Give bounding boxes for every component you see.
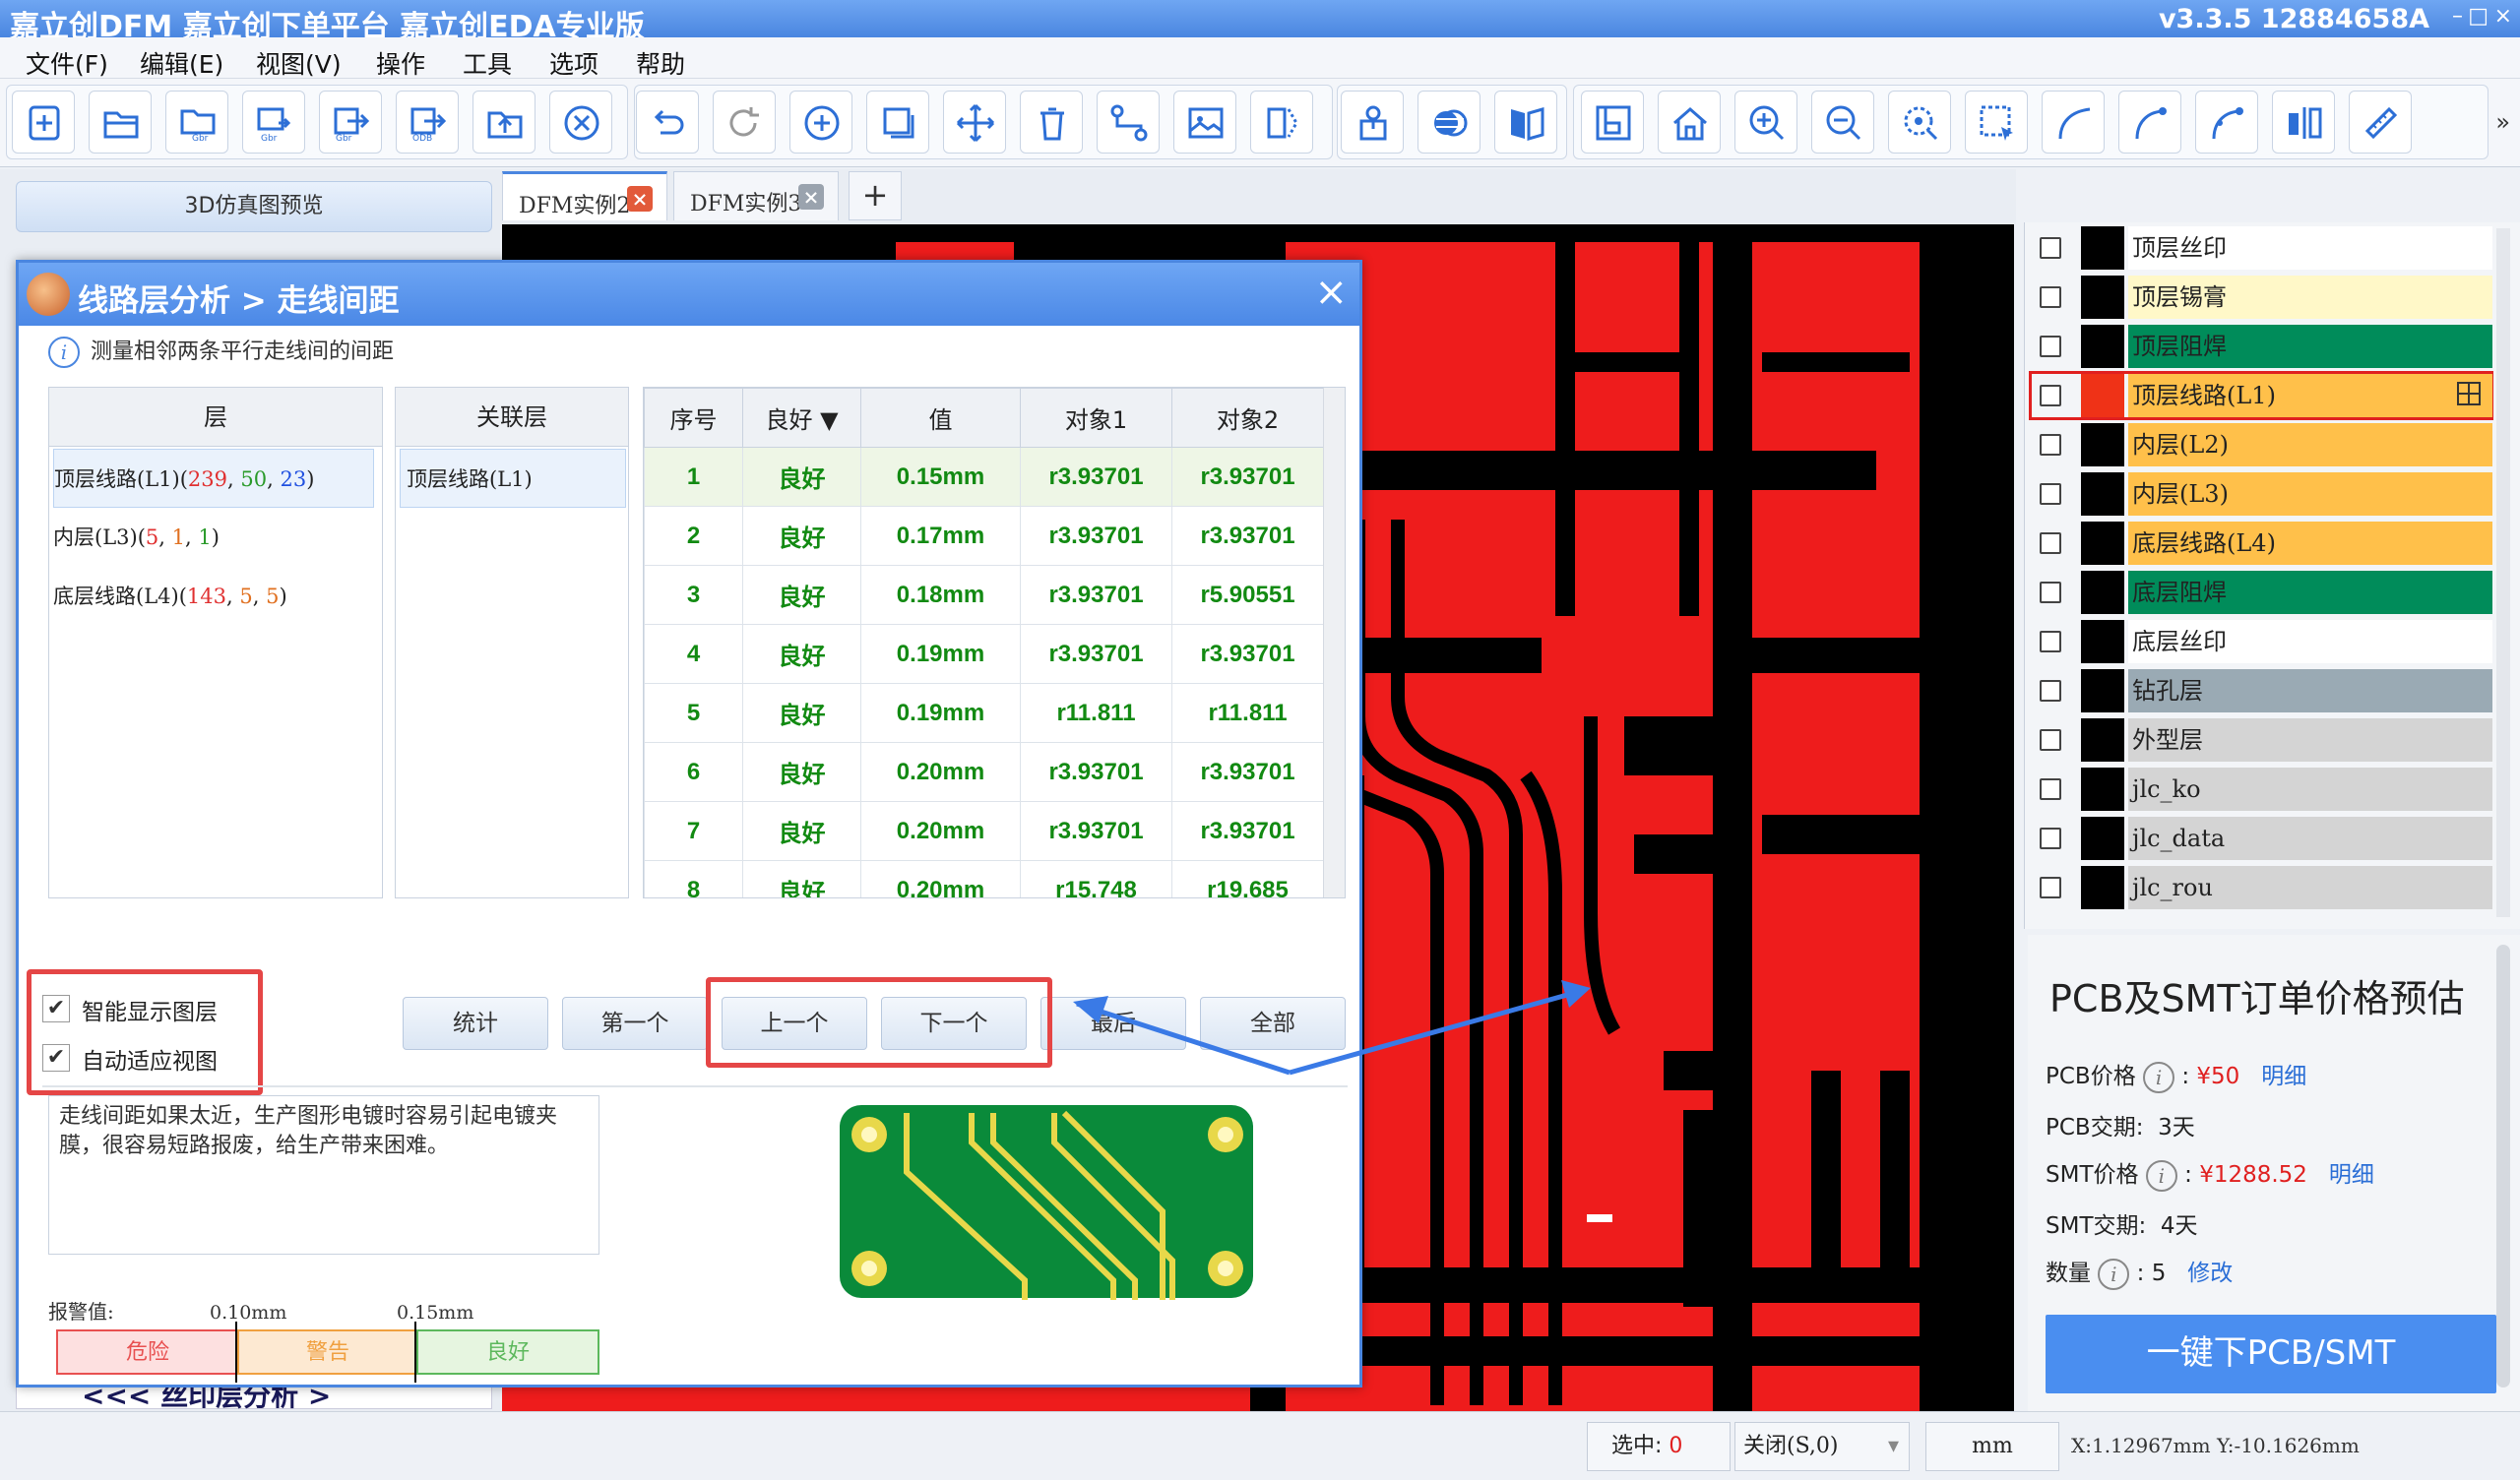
layer-row[interactable]: 底层阻焊	[2030, 569, 2492, 616]
layer-name: 顶层丝印	[2128, 226, 2492, 270]
layer-color-swatch[interactable]	[2081, 768, 2124, 811]
layer-row[interactable]: 底层丝印	[2030, 618, 2492, 665]
layer-row[interactable]: jlc_data	[2030, 815, 2492, 862]
layer-name: jlc_rou	[2128, 866, 2492, 909]
layer-row[interactable]: 顶层阻焊	[2030, 323, 2492, 370]
layer-name: 底层阻焊	[2128, 571, 2492, 614]
layer-visibility-checkbox[interactable]	[2040, 385, 2061, 406]
layer-visibility-checkbox[interactable]	[2040, 286, 2061, 308]
layer-visibility-checkbox[interactable]	[2040, 778, 2061, 800]
layer-visibility-checkbox[interactable]	[2040, 828, 2061, 849]
layer-row[interactable]: 顶层锡膏	[2030, 274, 2492, 321]
layer-color-swatch[interactable]	[2081, 620, 2124, 663]
layer-visibility-checkbox[interactable]	[2040, 237, 2061, 259]
layer-name: 钻孔层	[2128, 669, 2492, 712]
layer-visibility-checkbox[interactable]	[2040, 582, 2061, 603]
layer-row[interactable]: jlc_ko	[2030, 766, 2492, 813]
layer-visibility-checkbox[interactable]	[2040, 532, 2061, 554]
layer-color-swatch[interactable]	[2081, 472, 2124, 516]
layer-visibility-checkbox[interactable]	[2040, 631, 2061, 652]
layer-color-swatch[interactable]	[2081, 374, 2124, 417]
layer-row[interactable]: 内层(L3)	[2030, 470, 2492, 518]
layer-color-swatch[interactable]	[2081, 669, 2124, 712]
layer-visibility-checkbox[interactable]	[2040, 336, 2061, 357]
layer-color-swatch[interactable]	[2081, 718, 2124, 762]
layer-color-swatch[interactable]	[2081, 325, 2124, 368]
layer-color-swatch[interactable]	[2081, 423, 2124, 466]
layer-visibility-checkbox[interactable]	[2040, 483, 2061, 505]
layer-color-swatch[interactable]	[2081, 571, 2124, 614]
layer-visibility-checkbox[interactable]	[2040, 680, 2061, 702]
layer-visibility-checkbox[interactable]	[2040, 434, 2061, 456]
layer-name: 顶层线路(L1)	[2128, 374, 2492, 417]
grid-icon[interactable]	[2457, 382, 2481, 405]
layer-row[interactable]: 顶层丝印	[2030, 224, 2492, 272]
layer-visibility-checkbox[interactable]	[2040, 729, 2061, 751]
layer-color-swatch[interactable]	[2081, 866, 2124, 909]
layer-name: 底层丝印	[2128, 620, 2492, 663]
layer-name: jlc_ko	[2128, 768, 2492, 811]
layer-row[interactable]: 钻孔层	[2030, 667, 2492, 714]
layer-name: 底层线路(L4)	[2128, 522, 2492, 565]
layer-color-swatch[interactable]	[2081, 226, 2124, 270]
layer-row[interactable]: 外型层	[2030, 716, 2492, 764]
layer-color-swatch[interactable]	[2081, 817, 2124, 860]
layer-row[interactable]: 内层(L2)	[2030, 421, 2492, 468]
layer-name: 内层(L3)	[2128, 472, 2492, 516]
layer-color-swatch[interactable]	[2081, 522, 2124, 565]
layer-name: jlc_data	[2128, 817, 2492, 860]
layer-name: 顶层阻焊	[2128, 325, 2492, 368]
layer-name: 内层(L2)	[2128, 423, 2492, 466]
layer-name: 外型层	[2128, 718, 2492, 762]
layer-row[interactable]: jlc_rou	[2030, 864, 2492, 911]
layer-row[interactable]: 底层线路(L4)	[2030, 520, 2492, 567]
layer-color-swatch[interactable]	[2081, 276, 2124, 319]
layer-row[interactable]: 顶层线路(L1)	[2029, 371, 2493, 420]
layer-visibility-checkbox[interactable]	[2040, 877, 2061, 898]
layer-name: 顶层锡膏	[2128, 276, 2492, 319]
